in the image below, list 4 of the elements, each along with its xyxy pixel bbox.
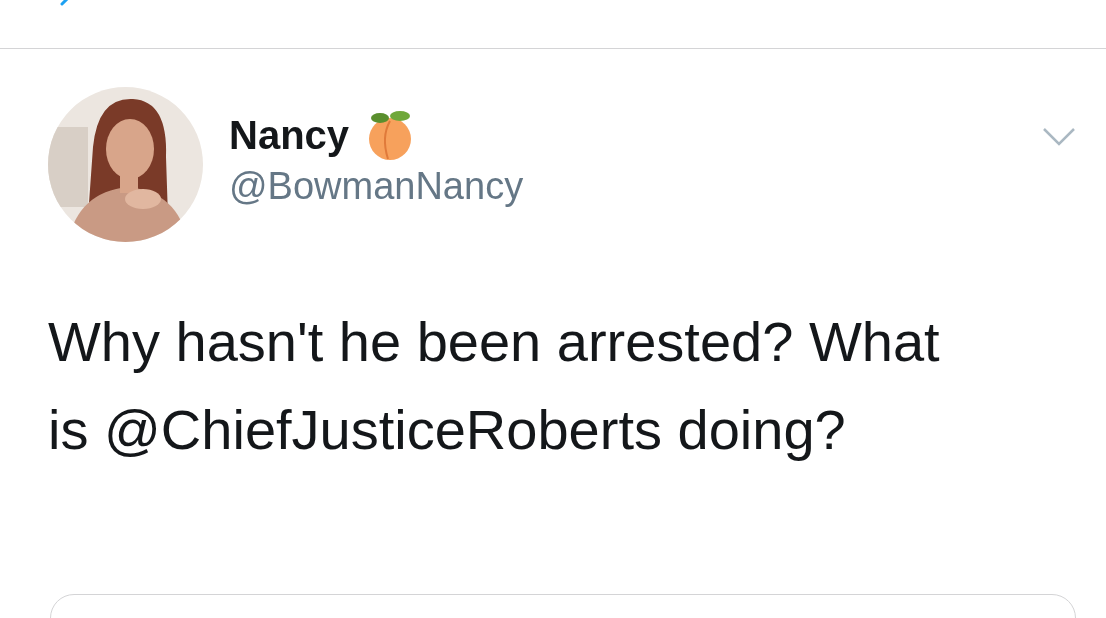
author-name: Nancy [229, 112, 350, 158]
tweet-text: Why hasn't he been arrested? What is @ChiefJusticeRoberts doing? [48, 309, 941, 463]
chevron-down-icon[interactable] [1042, 127, 1076, 147]
author-handle: @BowmanNancy [229, 165, 525, 208]
